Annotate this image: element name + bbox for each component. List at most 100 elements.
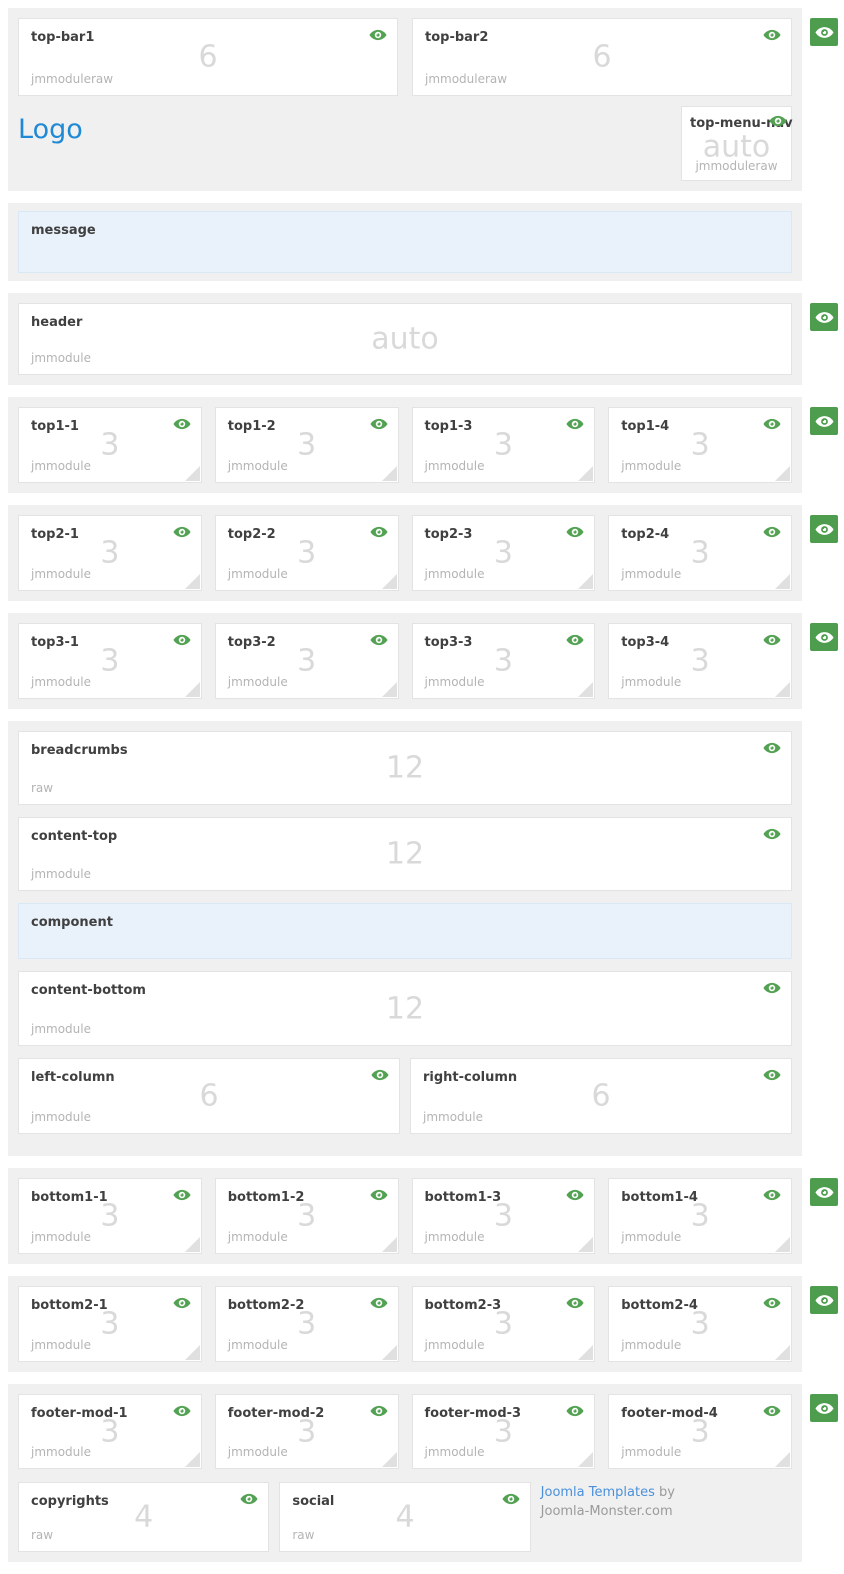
resize-handle[interactable]	[578, 574, 593, 589]
resize-handle[interactable]	[185, 1345, 200, 1360]
module-box-top-bar1[interactable]: top-bar16jmmoduleraw	[18, 18, 398, 96]
eye-icon[interactable]	[763, 418, 781, 430]
resize-handle[interactable]	[382, 1345, 397, 1360]
eye-icon[interactable]	[370, 1297, 388, 1309]
row-visibility-toggle-button[interactable]	[810, 1178, 838, 1206]
resize-handle[interactable]	[382, 574, 397, 589]
eye-icon[interactable]	[763, 526, 781, 538]
resize-handle[interactable]	[382, 1452, 397, 1467]
eye-icon[interactable]	[769, 115, 787, 127]
eye-icon[interactable]	[763, 1297, 781, 1309]
module-box-message[interactable]: message	[18, 211, 792, 273]
module-box-footer-mod-1[interactable]: footer-mod-13jmmodule	[18, 1394, 202, 1469]
module-box-bottom2-4[interactable]: bottom2-43jmmodule	[608, 1286, 792, 1362]
eye-icon[interactable]	[173, 1405, 191, 1417]
eye-icon[interactable]	[566, 1405, 584, 1417]
eye-icon[interactable]	[763, 29, 781, 41]
resize-handle[interactable]	[185, 682, 200, 697]
eye-icon[interactable]	[763, 634, 781, 646]
module-box-top-menu-nav[interactable]: top-menu-navautojmmoduleraw	[681, 106, 792, 181]
eye-icon[interactable]	[763, 828, 781, 840]
eye-icon[interactable]	[566, 526, 584, 538]
eye-icon[interactable]	[566, 634, 584, 646]
resize-handle[interactable]	[578, 1345, 593, 1360]
module-box-top1-3[interactable]: top1-33jmmodule	[412, 407, 596, 483]
eye-icon[interactable]	[370, 1189, 388, 1201]
eye-icon[interactable]	[370, 1405, 388, 1417]
module-box-bottom1-1[interactable]: bottom1-13jmmodule	[18, 1178, 202, 1254]
module-box-bottom1-4[interactable]: bottom1-43jmmodule	[608, 1178, 792, 1254]
resize-handle[interactable]	[775, 1345, 790, 1360]
module-box-bottom2-3[interactable]: bottom2-33jmmodule	[412, 1286, 596, 1362]
resize-handle[interactable]	[382, 682, 397, 697]
resize-handle[interactable]	[775, 1237, 790, 1252]
eye-icon[interactable]	[240, 1493, 258, 1505]
row-visibility-toggle-button[interactable]	[810, 1394, 838, 1422]
module-box-top3-4[interactable]: top3-43jmmodule	[608, 623, 792, 699]
eye-icon[interactable]	[370, 634, 388, 646]
module-box-social[interactable]: social4raw	[279, 1482, 530, 1552]
eye-icon[interactable]	[369, 29, 387, 41]
resize-handle[interactable]	[775, 574, 790, 589]
eye-icon[interactable]	[763, 1069, 781, 1081]
resize-handle[interactable]	[578, 682, 593, 697]
module-box-top1-2[interactable]: top1-23jmmodule	[215, 407, 399, 483]
module-box-top1-1[interactable]: top1-13jmmodule	[18, 407, 202, 483]
module-box-top2-4[interactable]: top2-43jmmodule	[608, 515, 792, 591]
module-box-component[interactable]: component	[18, 903, 792, 959]
eye-icon[interactable]	[173, 1189, 191, 1201]
module-box-top-bar2[interactable]: top-bar26jmmoduleraw	[412, 18, 792, 96]
eye-icon[interactable]	[370, 418, 388, 430]
resize-handle[interactable]	[578, 1237, 593, 1252]
module-box-footer-mod-4[interactable]: footer-mod-43jmmodule	[608, 1394, 792, 1469]
eye-icon[interactable]	[173, 526, 191, 538]
eye-icon[interactable]	[502, 1493, 520, 1505]
module-box-bottom2-1[interactable]: bottom2-13jmmodule	[18, 1286, 202, 1362]
module-box-copyrights[interactable]: copyrights4raw	[18, 1482, 269, 1552]
module-box-top2-1[interactable]: top2-13jmmodule	[18, 515, 202, 591]
resize-handle[interactable]	[185, 574, 200, 589]
module-box-top1-4[interactable]: top1-43jmmodule	[608, 407, 792, 483]
module-box-left-column[interactable]: left-column6jmmodule	[18, 1058, 400, 1134]
module-box-breadcrumbs[interactable]: breadcrumbs12raw	[18, 731, 792, 805]
row-visibility-toggle-button[interactable]	[810, 407, 838, 435]
row-visibility-toggle-button[interactable]	[810, 1286, 838, 1314]
row-visibility-toggle-button[interactable]	[810, 623, 838, 651]
resize-handle[interactable]	[382, 1237, 397, 1252]
eye-icon[interactable]	[566, 1189, 584, 1201]
module-box-right-column[interactable]: right-column6jmmodule	[410, 1058, 792, 1134]
eye-icon[interactable]	[763, 1405, 781, 1417]
resize-handle[interactable]	[775, 466, 790, 481]
resize-handle[interactable]	[185, 1452, 200, 1467]
module-box-bottom2-2[interactable]: bottom2-23jmmodule	[215, 1286, 399, 1362]
resize-handle[interactable]	[382, 466, 397, 481]
module-box-content-top[interactable]: content-top12jmmodule	[18, 817, 792, 891]
eye-icon[interactable]	[566, 1297, 584, 1309]
resize-handle[interactable]	[775, 1452, 790, 1467]
eye-icon[interactable]	[371, 1069, 389, 1081]
resize-handle[interactable]	[578, 466, 593, 481]
module-box-top3-3[interactable]: top3-33jmmodule	[412, 623, 596, 699]
resize-handle[interactable]	[185, 466, 200, 481]
resize-handle[interactable]	[578, 1452, 593, 1467]
eye-icon[interactable]	[370, 526, 388, 538]
module-box-footer-mod-2[interactable]: footer-mod-23jmmodule	[215, 1394, 399, 1469]
eye-icon[interactable]	[763, 742, 781, 754]
module-box-top3-2[interactable]: top3-23jmmodule	[215, 623, 399, 699]
eye-icon[interactable]	[763, 1189, 781, 1201]
module-box-content-bottom[interactable]: content-bottom12jmmodule	[18, 971, 792, 1046]
row-visibility-toggle-button[interactable]	[810, 303, 838, 331]
module-box-header[interactable]: headerautojmmodule	[18, 303, 792, 375]
eye-icon[interactable]	[763, 982, 781, 994]
module-box-top2-2[interactable]: top2-23jmmodule	[215, 515, 399, 591]
eye-icon[interactable]	[173, 1297, 191, 1309]
resize-handle[interactable]	[185, 1237, 200, 1252]
module-box-bottom1-2[interactable]: bottom1-23jmmodule	[215, 1178, 399, 1254]
eye-icon[interactable]	[566, 418, 584, 430]
module-box-footer-mod-3[interactable]: footer-mod-33jmmodule	[412, 1394, 596, 1469]
joomla-templates-link[interactable]: Joomla Templates	[541, 1485, 655, 1500]
module-box-bottom1-3[interactable]: bottom1-33jmmodule	[412, 1178, 596, 1254]
row-visibility-toggle-button[interactable]	[810, 18, 838, 46]
eye-icon[interactable]	[173, 418, 191, 430]
module-box-top3-1[interactable]: top3-13jmmodule	[18, 623, 202, 699]
